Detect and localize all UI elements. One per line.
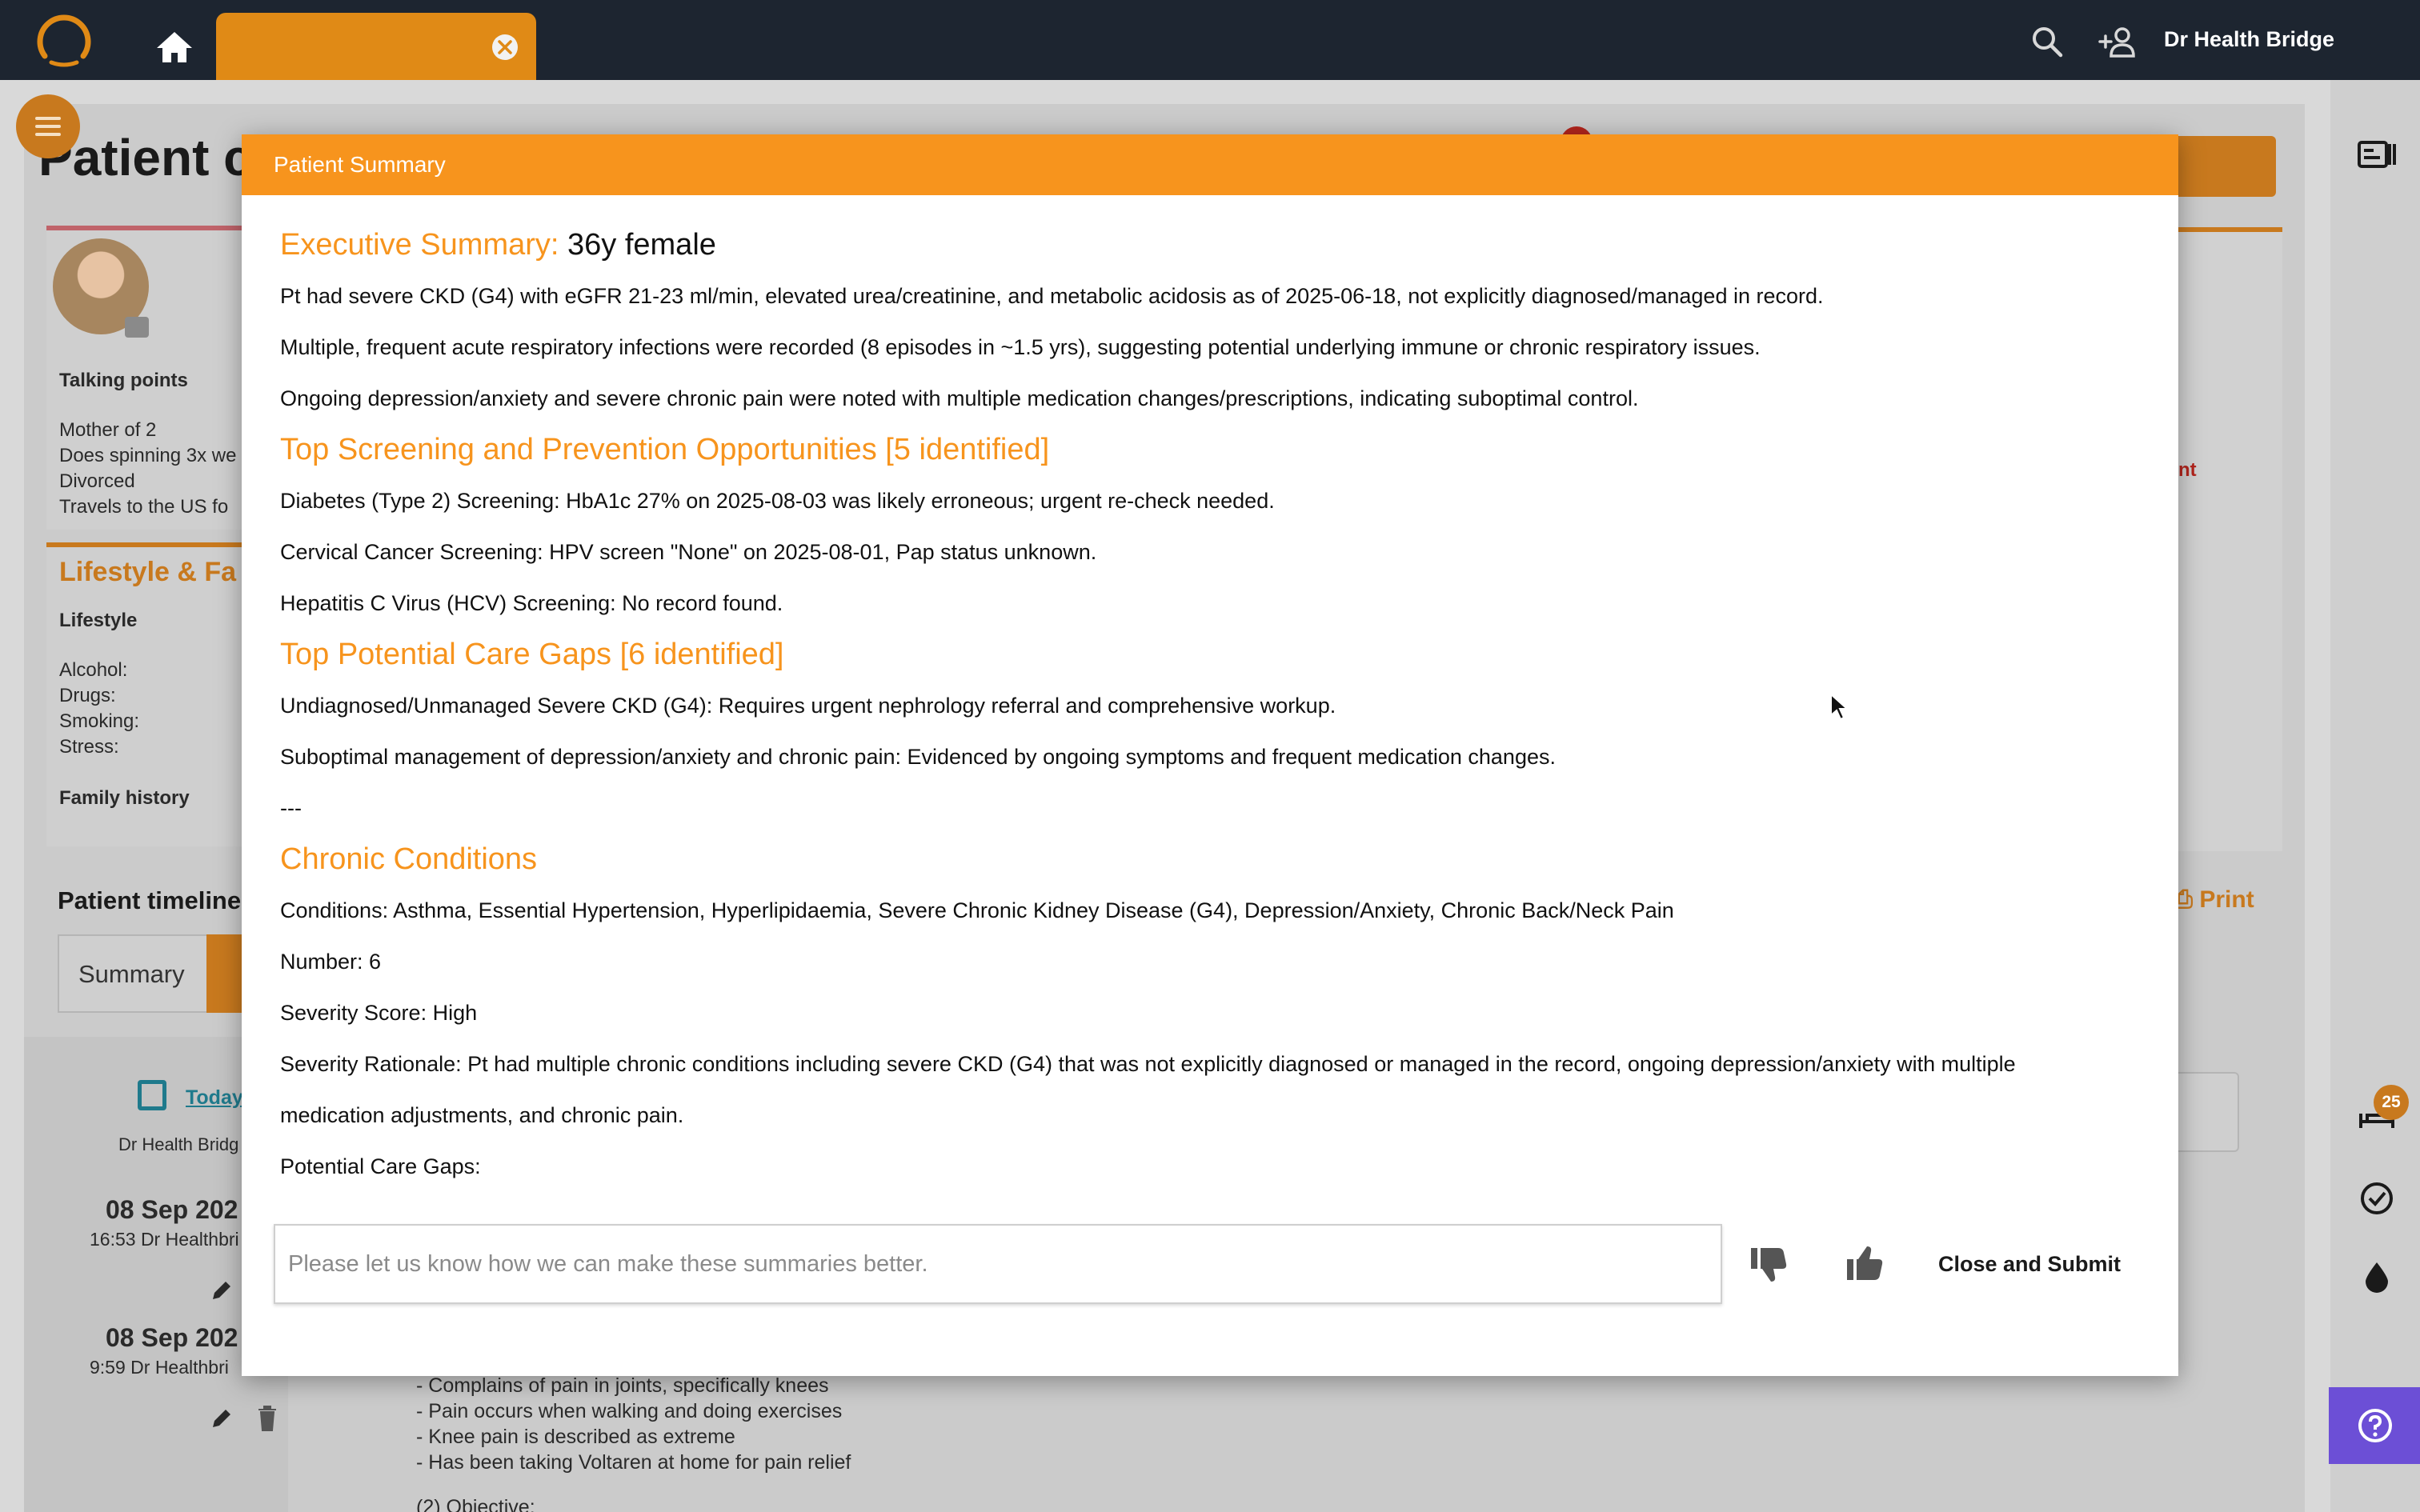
note-line: - Complains of pain in joints, specifica… xyxy=(416,1374,829,1397)
modal-body[interactable]: Executive Summary: 36y female Pt had sev… xyxy=(280,219,2153,1267)
print-button[interactable]: ⎙ Print xyxy=(2174,886,2254,914)
entry-meta: 16:53 Dr Healthbri xyxy=(90,1229,239,1250)
modal-title: Patient Summary xyxy=(274,152,446,177)
edit-icon[interactable] xyxy=(210,1278,234,1302)
executive-summary-label: Executive Summary: xyxy=(280,228,559,262)
note-line: - Has been taking Voltaren at home for p… xyxy=(416,1451,851,1474)
entry-date[interactable]: 08 Sep 202 xyxy=(106,1195,238,1225)
screening-bullet: Hepatitis C Virus (HCV) Screening: No re… xyxy=(280,578,2153,629)
talking-point: Divorced xyxy=(59,470,135,492)
entry-date[interactable]: 08 Sep 202 xyxy=(106,1323,238,1353)
active-patient-tab[interactable] xyxy=(216,13,536,80)
modal-header: Patient Summary xyxy=(242,134,2178,195)
chronic-bullet: Number: 6 xyxy=(280,936,2153,987)
top-navigation-bar: Dr Health Bridge xyxy=(0,0,2420,80)
print-label: Print xyxy=(2199,886,2254,913)
feedback-field[interactable] xyxy=(274,1224,1722,1304)
summary-bullet: Multiple, frequent acute respiratory inf… xyxy=(280,322,2153,373)
executive-summary-heading: Executive Summary: 36y female xyxy=(280,219,2153,270)
patient-summary-modal: Patient Summary Executive Summary: 36y f… xyxy=(242,134,2178,1376)
lifestyle-title: Lifestyle & Fa xyxy=(59,557,237,587)
user-name[interactable]: Dr Health Bridge xyxy=(2164,27,2334,52)
lifestyle-label: Lifestyle xyxy=(59,610,138,631)
drop-icon[interactable] xyxy=(2356,1256,2398,1298)
help-button[interactable] xyxy=(2329,1387,2420,1464)
app-logo-icon[interactable] xyxy=(32,8,96,72)
note-line: (2) Objective: xyxy=(416,1496,535,1512)
note-line: - Knee pain is described as extreme xyxy=(416,1426,735,1448)
talking-points-label: Talking points xyxy=(59,370,188,391)
help-icon xyxy=(2358,1409,2392,1442)
lifestyle-item: Alcohol: xyxy=(59,659,128,681)
screening-bullet: Cervical Cancer Screening: HPV screen "N… xyxy=(280,526,2153,578)
alert-text: nt xyxy=(2178,459,2197,481)
check-circle-icon[interactable] xyxy=(2356,1178,2398,1219)
summary-bullet: Ongoing depression/anxiety and severe ch… xyxy=(280,373,2153,424)
thumbs-down-icon[interactable] xyxy=(1746,1242,1791,1286)
chronic-bullet: Potential Care Gaps: xyxy=(280,1141,2153,1192)
chronic-bullet: Conditions: Asthma, Essential Hypertensi… xyxy=(280,885,2153,936)
add-user-icon[interactable] xyxy=(2097,24,2140,59)
care-gaps-heading: Top Potential Care Gaps [6 identified] xyxy=(280,638,784,671)
camera-icon[interactable] xyxy=(125,317,149,338)
talking-point: Mother of 2 xyxy=(59,419,157,441)
talking-point: Travels to the US fo xyxy=(59,496,229,518)
calendar-icon[interactable] xyxy=(138,1080,166,1110)
lifestyle-item: Smoking: xyxy=(59,710,140,732)
notification-count-badge: 25 xyxy=(2374,1085,2409,1120)
timeline-title: Patient timeline xyxy=(58,886,242,914)
right-panel xyxy=(2178,227,2282,851)
note-line: - Pain occurs when walking and doing exe… xyxy=(416,1400,843,1422)
chronic-bullet: Severity Score: High xyxy=(280,987,2153,1038)
tab-summary[interactable]: Summary xyxy=(78,960,185,989)
patient-demographics: 36y female xyxy=(567,228,716,262)
id-card-icon[interactable] xyxy=(2356,134,2398,176)
talking-point: Does spinning 3x we xyxy=(59,445,237,466)
care-gap-bullet: Undiagnosed/Unmanaged Severe CKD (G4): R… xyxy=(280,680,2153,731)
care-gap-bullet: Suboptimal management of depression/anxi… xyxy=(280,731,2153,782)
screening-heading: Top Screening and Prevention Opportuniti… xyxy=(280,433,1050,466)
lifestyle-item: Drugs: xyxy=(59,685,116,706)
menu-button[interactable] xyxy=(16,94,80,158)
screening-bullet: Diabetes (Type 2) Screening: HbA1c 27% o… xyxy=(280,475,2153,526)
today-link[interactable]: Today xyxy=(186,1086,243,1110)
tab-all[interactable] xyxy=(206,934,246,1013)
lifestyle-item: Stress: xyxy=(59,736,119,758)
modal-footer: Close and Submit xyxy=(242,1224,2178,1376)
search-icon[interactable] xyxy=(2029,24,2065,59)
feedback-input[interactable] xyxy=(288,1226,1705,1302)
home-icon[interactable] xyxy=(154,27,195,66)
mouse-cursor-icon xyxy=(1830,693,1849,721)
separator: --- xyxy=(280,796,302,820)
doctor-name: Dr Health Bridg xyxy=(118,1134,239,1154)
consult-notes: - Complains of pain in joints, specifica… xyxy=(416,1373,851,1512)
delete-icon[interactable] xyxy=(256,1405,278,1432)
edit-icon[interactable] xyxy=(210,1406,234,1430)
thumbs-up-icon[interactable] xyxy=(1842,1242,1887,1286)
chronic-conditions-heading: Chronic Conditions xyxy=(280,842,538,876)
summary-bullet: Pt had severe CKD (G4) with eGFR 21-23 m… xyxy=(280,270,2153,322)
close-tab-icon[interactable] xyxy=(490,32,520,62)
close-and-submit-button[interactable]: Close and Submit xyxy=(1922,1240,2137,1288)
chronic-bullet: Severity Rationale: Pt had multiple chro… xyxy=(280,1038,2097,1141)
family-history-label: Family history xyxy=(59,787,190,809)
entry-meta: 9:59 Dr Healthbri xyxy=(90,1357,229,1378)
